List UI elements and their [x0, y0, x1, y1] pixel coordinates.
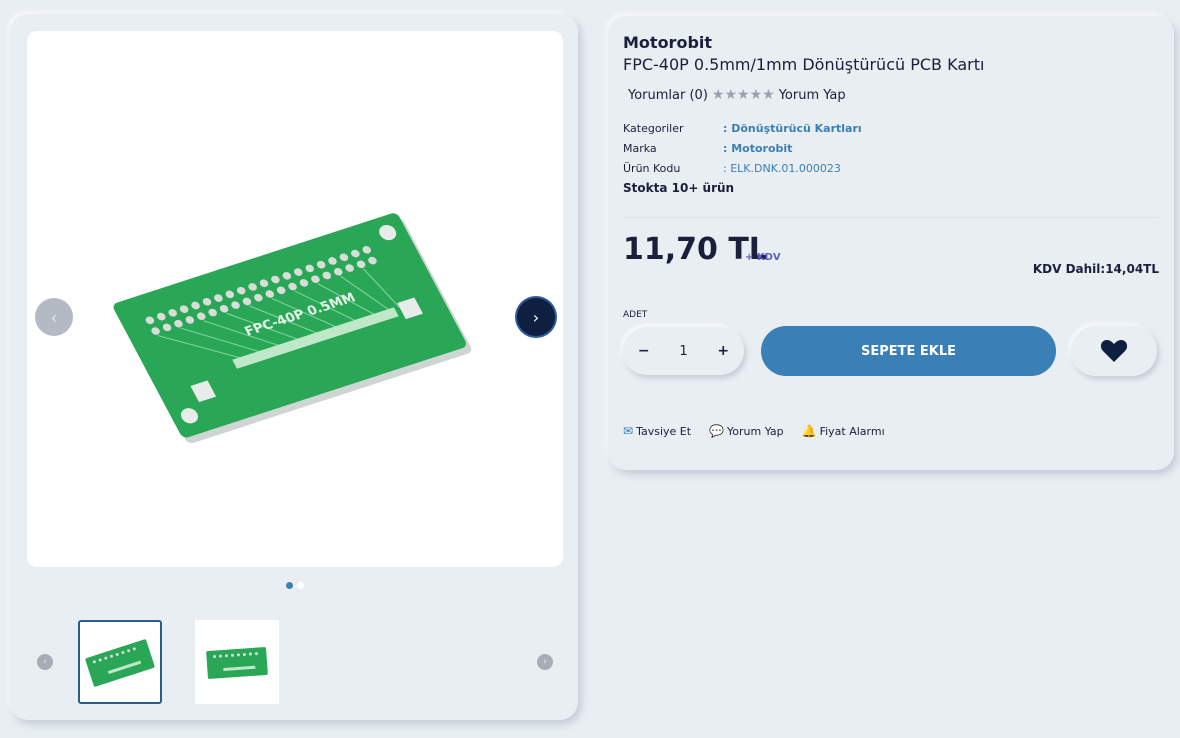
gallery-pagination: [286, 582, 304, 589]
meta-key: Marka: [623, 142, 657, 155]
star-icon: ★: [762, 87, 775, 103]
product-code: : ELK.DNK.01.000023: [723, 162, 841, 175]
brand-link[interactable]: : Motorobit: [723, 142, 792, 155]
stock-status: Stokta 10+ ürün: [623, 181, 735, 195]
reviews-count[interactable]: Yorumlar (0): [628, 88, 708, 103]
star-icon: ★: [724, 87, 738, 103]
chevron-left-icon: ‹: [43, 657, 47, 667]
thumbnails-next-button[interactable]: ›: [537, 654, 553, 670]
pagination-dot[interactable]: [286, 582, 293, 589]
product-title: FPC-40P 0.5mm/1mm Dönüştürücü PCB Kartı: [623, 55, 985, 74]
recommend-link[interactable]: ✉ Tavsiye Et: [623, 424, 691, 438]
mail-icon: ✉: [623, 424, 634, 438]
quantity-value[interactable]: 1: [679, 344, 687, 359]
decrease-quantity-button[interactable]: −: [638, 343, 650, 359]
reviews-row: Yorumlar (0) ★★★★★ Yorum Yap: [628, 87, 846, 103]
chevron-right-icon: ›: [543, 657, 547, 667]
kdv-tag: + KDV: [745, 252, 781, 263]
product-info-panel: Motorobit FPC-40P 0.5mm/1mm Dönüştürücü …: [608, 16, 1174, 470]
thumbnails-prev-button[interactable]: ‹: [37, 654, 53, 670]
meta-key: Kategoriler: [623, 122, 684, 135]
comment-icon: 💬: [709, 424, 724, 438]
write-review-link[interactable]: Yorum Yap: [779, 88, 846, 103]
price-alarm-link[interactable]: 🔔 Fiyat Alarmı: [802, 424, 885, 438]
kdv-included-price: KDV Dahil:14,04TL: [1032, 262, 1159, 276]
quantity-stepper: − 1 +: [623, 327, 744, 375]
quantity-label: ADET: [623, 310, 648, 320]
gallery-next-button[interactable]: ›: [517, 298, 555, 336]
thumbnail-2[interactable]: [195, 620, 279, 704]
increase-quantity-button[interactable]: +: [717, 343, 729, 359]
heart-icon: [1100, 340, 1128, 362]
category-link[interactable]: : Dönüştürücü Kartları: [723, 122, 862, 135]
main-product-image[interactable]: FPC-40P 0.5MM: [27, 31, 563, 567]
star-icon: ★: [749, 87, 763, 103]
recommend-label: Tavsiye Et: [636, 424, 692, 438]
thumbnail-image: [85, 639, 155, 687]
bell-icon: 🔔: [801, 424, 817, 438]
divider: [623, 217, 1159, 218]
review-link[interactable]: 💬 Yorum Yap: [709, 424, 784, 438]
star-icon: ★: [711, 87, 725, 103]
rating-stars: ★★★★★: [712, 87, 775, 103]
gallery-prev-button[interactable]: ‹: [35, 298, 73, 336]
thumbnail-image: [206, 647, 268, 679]
chevron-left-icon: ‹: [50, 307, 58, 327]
pcb-image: FPC-40P 0.5MM: [113, 213, 472, 444]
chevron-right-icon: ›: [532, 307, 540, 327]
pagination-dot[interactable]: [297, 582, 304, 589]
review-label: Yorum Yap: [727, 424, 784, 438]
price-alarm-label: Fiyat Alarmı: [819, 424, 885, 438]
add-to-cart-button[interactable]: SEPETE EKLE: [761, 326, 1056, 376]
product-gallery: FPC-40P 0.5MM ‹ › ‹ ›: [10, 14, 578, 720]
star-icon: ★: [737, 87, 750, 103]
product-actions: ✉ Tavsiye Et 💬 Yorum Yap 🔔 Fiyat Alarmı: [623, 424, 885, 438]
favorite-button[interactable]: [1071, 326, 1157, 376]
meta-key: Ürün Kodu: [623, 162, 681, 175]
product-brand: Motorobit: [623, 33, 713, 52]
thumbnail-1[interactable]: [78, 620, 162, 704]
